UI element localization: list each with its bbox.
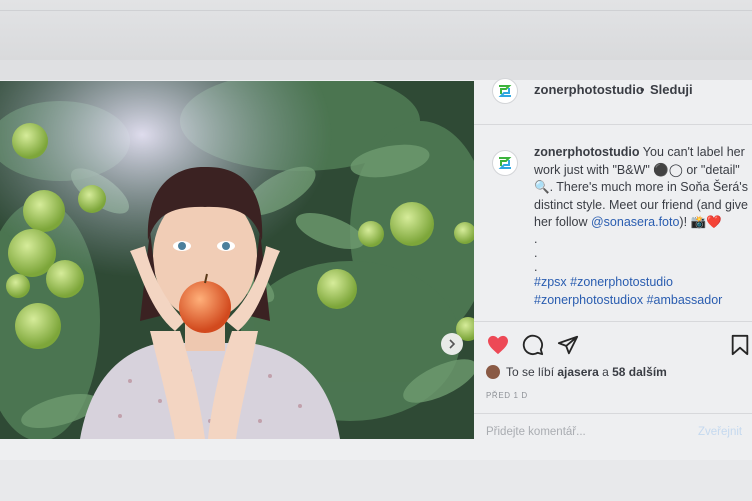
publish-button[interactable]: Zveřejnit (698, 426, 742, 438)
caption-dot: . (534, 231, 538, 246)
post-caption: zonerphotostudio You can't label her wor… (534, 144, 748, 309)
heart-icon (488, 335, 508, 355)
mention-link[interactable]: @sonasera.foto (591, 215, 679, 229)
account-username[interactable]: zonerphotostudio (534, 82, 644, 97)
zoner-logo-icon (498, 85, 512, 97)
post-timestamp[interactable]: PŘED 1 D (486, 391, 528, 400)
chevron-right-icon (449, 339, 456, 349)
comment-button[interactable] (521, 333, 545, 357)
likes-middle: a (602, 365, 609, 379)
caption-dot: . (534, 245, 538, 260)
hashtags[interactable]: #zpsx #zonerphotostudio #zonerphotostudi… (534, 275, 722, 307)
post-header: zonerphotostudio • Sleduji (474, 78, 752, 125)
carousel-next-button[interactable] (441, 333, 463, 355)
bookmark-icon (731, 334, 749, 356)
separator-dot: • (640, 82, 645, 97)
comment-bubble-icon (522, 334, 544, 356)
zoner-logo-icon (498, 157, 512, 169)
divider (474, 413, 752, 414)
caption-username[interactable]: zonerphotostudio (534, 145, 640, 159)
likes-count[interactable]: 58 dalším (612, 365, 667, 379)
caption-avatar[interactable] (492, 150, 518, 176)
post-photo[interactable] (0, 81, 474, 439)
caption-dot: . (534, 259, 538, 274)
likes-summary: To se líbí ajasera a 58 dalším (486, 365, 667, 379)
save-button[interactable] (728, 333, 752, 357)
page-bottom-area (0, 460, 752, 501)
liker-username[interactable]: ajasera (557, 365, 598, 379)
caption-text-end: )! 📸❤️ (679, 215, 722, 230)
share-button[interactable] (556, 333, 580, 357)
like-button[interactable] (486, 333, 510, 357)
post-sidebar: zonerphotostudio • Sleduji zonerphotostu… (474, 78, 752, 460)
photo-illustration (0, 81, 474, 439)
paper-plane-icon (557, 335, 579, 355)
comment-input[interactable]: Přidejte komentář... (486, 426, 586, 438)
account-avatar[interactable] (492, 78, 518, 104)
divider (0, 10, 752, 11)
liker-avatar[interactable] (486, 365, 500, 379)
divider (474, 321, 752, 322)
following-button[interactable]: Sleduji (650, 82, 693, 97)
likes-prefix: To se líbí (506, 365, 555, 379)
browser-top-area (0, 0, 752, 60)
